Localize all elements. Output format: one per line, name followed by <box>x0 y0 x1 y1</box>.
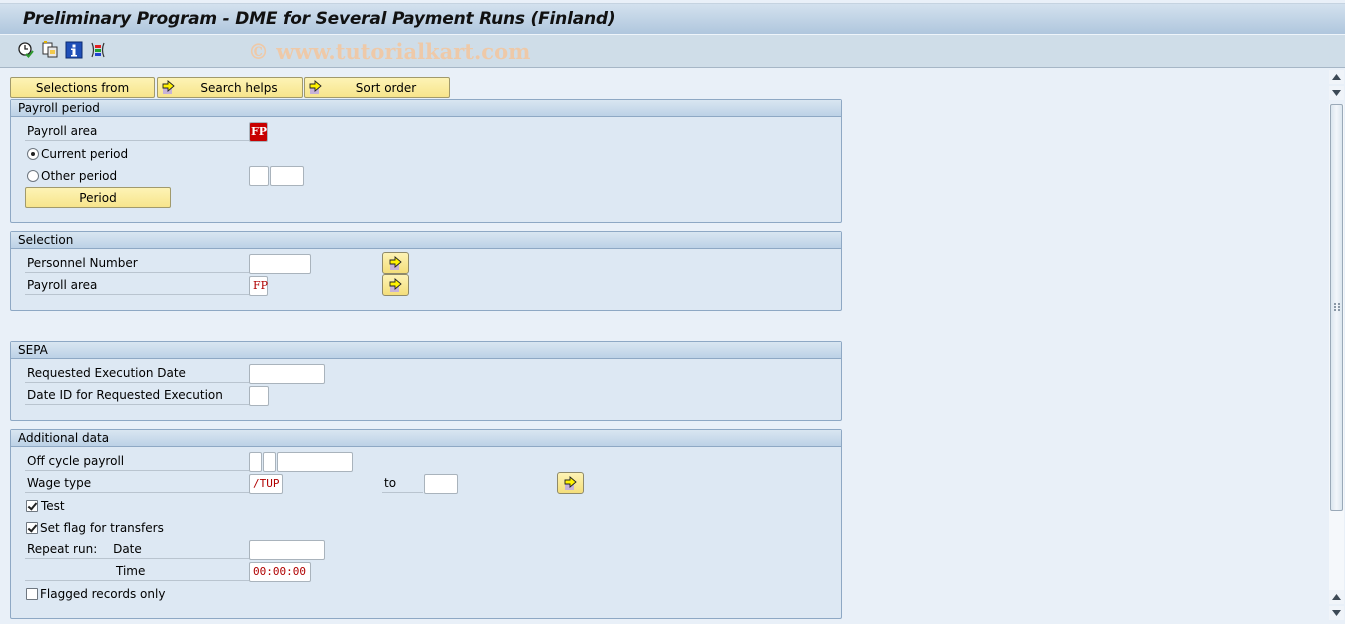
scroll-up-icon <box>1332 74 1341 80</box>
selections-from-button[interactable]: Selections from <box>10 77 155 98</box>
scroll-down-button[interactable] <box>1329 86 1344 100</box>
sepa-group: SEPA Requested Execution Date Date ID fo… <box>10 341 842 421</box>
other-period-radio[interactable] <box>27 170 39 182</box>
repeat-run-date-label-row: Repeat run: Date <box>25 540 249 559</box>
scroll-up-icon <box>1332 594 1341 600</box>
set-flag-label: Set flag for transfers <box>40 521 164 535</box>
payroll-period-group: Payroll period Payroll area FP Current p… <box>10 99 842 223</box>
payroll-area-label: Payroll area <box>25 276 249 295</box>
current-period-radio[interactable] <box>27 148 39 160</box>
watermark: © www.tutorialkart.com <box>248 39 531 64</box>
execute-in-background-icon[interactable] <box>17 41 35 59</box>
selections-from-label: Selections from <box>35 80 130 95</box>
arrow-right-icon <box>161 79 177 95</box>
other-period-number-input[interactable] <box>249 166 269 186</box>
wage-type-label: Wage type <box>25 474 249 493</box>
off-cycle-reason-input[interactable] <box>249 452 262 472</box>
group-header: Payroll period <box>11 100 841 117</box>
arrow-right-icon <box>308 79 324 95</box>
current-period-label: Current period <box>41 147 129 161</box>
date-id-label: Date ID for Requested Execution <box>25 386 249 405</box>
group-header: SEPA <box>11 342 841 359</box>
payroll-area-multiple-selection-button[interactable] <box>382 274 409 296</box>
payroll-area-input[interactable]: FP <box>249 276 268 296</box>
wage-type-to-input[interactable] <box>424 474 458 494</box>
personnel-number-input[interactable] <box>249 254 311 274</box>
search-helps-button[interactable]: Search helps <box>157 77 303 98</box>
program-documentation-icon[interactable] <box>65 41 83 59</box>
scroll-track[interactable] <box>1329 104 1344 598</box>
wage-type-from-input[interactable]: /TUP <box>249 474 283 494</box>
flagged-records-only-label: Flagged records only <box>40 587 166 601</box>
vertical-scrollbar[interactable] <box>1328 68 1345 624</box>
period-button[interactable]: Period <box>25 187 171 208</box>
other-period-label: Other period <box>41 169 118 183</box>
application-toolbar: © www.tutorialkart.com <box>0 35 1345 68</box>
scroll-down-bottom-button[interactable] <box>1329 606 1344 620</box>
period-button-label: Period <box>79 190 117 205</box>
flagged-records-only-checkbox[interactable] <box>26 588 38 600</box>
date-id-input[interactable] <box>249 386 269 406</box>
off-cycle-type-input[interactable] <box>263 452 276 472</box>
repeat-date-label: Date <box>113 542 142 556</box>
test-label: Test <box>41 499 65 513</box>
grip-icon <box>1334 303 1340 311</box>
scroll-thumb[interactable] <box>1330 104 1343 511</box>
additional-data-group: Additional data Off cycle payroll Wage t… <box>10 429 842 619</box>
title-bar: Preliminary Program - DME for Several Pa… <box>0 3 1345 35</box>
selection-options-icon[interactable] <box>89 41 107 59</box>
other-period-year-input[interactable] <box>270 166 304 186</box>
scroll-down-icon <box>1332 90 1341 96</box>
set-flag-checkbox[interactable] <box>26 522 38 534</box>
repeat-run-date-input[interactable] <box>249 540 325 560</box>
scroll-up-button[interactable] <box>1329 70 1344 84</box>
personnel-number-multiple-selection-button[interactable] <box>382 252 409 274</box>
payroll-area-input[interactable]: FP <box>249 122 268 142</box>
scroll-up-bottom-button[interactable] <box>1329 590 1344 604</box>
group-header: Selection <box>11 232 841 249</box>
repeat-run-label: Repeat run: <box>27 542 98 556</box>
sort-order-button[interactable]: Sort order <box>304 77 450 98</box>
wage-type-multiple-selection-button[interactable] <box>557 472 584 494</box>
group-header: Additional data <box>11 430 841 447</box>
page-title: Preliminary Program - DME for Several Pa… <box>23 9 616 29</box>
repeat-time-label: Time <box>25 562 249 581</box>
selection-group: Selection Personnel Number Payroll area … <box>10 231 842 311</box>
requested-execution-date-input[interactable] <box>249 364 325 384</box>
requested-execution-date-label: Requested Execution Date <box>25 364 249 383</box>
sort-order-label: Sort order <box>355 80 417 95</box>
scroll-down-icon <box>1332 610 1341 616</box>
copy-variant-icon[interactable] <box>41 41 59 59</box>
wage-type-to-label: to <box>382 474 423 493</box>
personnel-number-label: Personnel Number <box>25 254 249 273</box>
search-helps-label: Search helps <box>200 80 278 95</box>
off-cycle-date-input[interactable] <box>277 452 353 472</box>
payroll-area-label: Payroll area <box>25 122 249 141</box>
test-checkbox[interactable] <box>26 500 38 512</box>
repeat-run-time-input[interactable]: 00:00:00 <box>249 562 311 582</box>
off-cycle-payroll-label: Off cycle payroll <box>25 452 249 471</box>
